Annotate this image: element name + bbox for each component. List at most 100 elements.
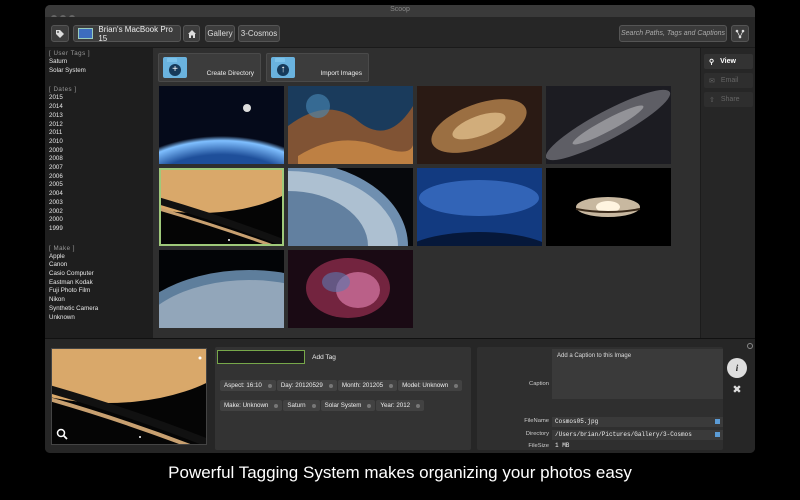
info-icon[interactable]: i: [727, 358, 747, 378]
remove-tag-icon[interactable]: [311, 403, 316, 408]
remove-tag-icon[interactable]: [267, 383, 272, 388]
window-title: Scoop: [390, 6, 410, 13]
thumbnail-orion-nebula[interactable]: [288, 250, 413, 328]
add-tag-button[interactable]: Add Tag: [309, 350, 339, 364]
thumbnail-milky-way-band[interactable]: [546, 86, 671, 164]
zoom-icon[interactable]: [56, 428, 68, 440]
thumbnail-carina-nebula[interactable]: [288, 86, 413, 164]
tag-chip[interactable]: Day: 20120529: [276, 380, 337, 391]
filesize-value: 1 MB: [555, 442, 570, 449]
sidebar-item-canon[interactable]: Canon: [49, 261, 153, 270]
filename-reveal-icon[interactable]: [715, 419, 720, 424]
import-images-button[interactable]: ↑ Import Images: [266, 53, 369, 82]
folder-add-icon: +: [163, 57, 187, 78]
tools-icon[interactable]: ✖: [727, 379, 747, 399]
laptop-icon: [78, 28, 94, 39]
home-button[interactable]: [183, 25, 200, 42]
share-icon: ⇧: [709, 96, 715, 104]
sidebar-item-2004[interactable]: 2004: [49, 190, 153, 199]
directory-field[interactable]: /Users/brian/Pictures/Gallery/3-Cosmos: [552, 430, 723, 440]
title-bar: Scoop: [45, 5, 755, 21]
sidebar-item-apple[interactable]: Apple: [49, 253, 153, 262]
sidebar-item-2006[interactable]: 2006: [49, 173, 153, 182]
remove-tag-icon[interactable]: [367, 403, 372, 408]
promo-caption: Powerful Tagging System makes organizing…: [168, 463, 632, 482]
thumbnail-milky-way-core[interactable]: [417, 86, 542, 164]
close-panel-icon[interactable]: [747, 343, 753, 349]
sidebar-item-unknown[interactable]: Unknown: [49, 314, 153, 323]
sidebar-item-2010[interactable]: 2010: [49, 138, 153, 147]
share-button[interactable]: ⇧ Share: [704, 92, 753, 107]
inspector-panel: Add Tag Aspect: 16:10 Day: 20120529 Month:…: [45, 338, 755, 453]
sidebar-item-saturn[interactable]: Saturn: [49, 58, 153, 67]
remove-tag-icon[interactable]: [389, 383, 394, 388]
search-input[interactable]: Search Paths, Tags and Captions: [619, 25, 727, 42]
filename-field[interactable]: Cosmos05.jpg: [552, 417, 723, 427]
thumbnail-earth-clouds[interactable]: [288, 168, 413, 246]
sidebar-item-synthetic-camera[interactable]: Synthetic Camera: [49, 305, 153, 314]
sidebar-item-2015[interactable]: 2015: [49, 94, 153, 103]
thumbnail-earth-limb[interactable]: [159, 250, 284, 328]
sidebar-item-nikon[interactable]: Nikon: [49, 296, 153, 305]
eye-icon: ⚲: [709, 58, 715, 66]
metadata-panel: Caption Add a Caption to this Image File…: [477, 347, 723, 450]
network-button[interactable]: [731, 25, 749, 42]
sidebar-item-fuji-photo-film[interactable]: Fuji Photo Film: [49, 287, 153, 296]
remove-tag-icon[interactable]: [274, 403, 279, 408]
breadcrumb-gallery[interactable]: Gallery: [205, 25, 235, 42]
sidebar-item-casio-computer[interactable]: Casio Computer: [49, 270, 153, 279]
sidebar-item-solar-system[interactable]: Solar System: [49, 67, 153, 76]
filesize-label: FileSize: [528, 443, 549, 449]
sidebar-item-2011[interactable]: 2011: [49, 129, 153, 138]
tag-label: Make: Unknown: [224, 402, 269, 409]
sidebar-item-2007[interactable]: 2007: [49, 164, 153, 173]
sidebar-item-2005[interactable]: 2005: [49, 181, 153, 190]
sidebar-item-2014[interactable]: 2014: [49, 103, 153, 112]
thumbnail-blue-night-sky[interactable]: [417, 168, 542, 246]
caption-label: Caption: [529, 381, 549, 387]
sidebar-item-1999[interactable]: 1999: [49, 225, 153, 234]
tag-chip[interactable]: Month: 201205: [337, 380, 398, 391]
import-images-label: Import Images: [320, 70, 362, 77]
caption-input[interactable]: Add a Caption to this Image: [552, 349, 723, 399]
create-directory-button[interactable]: + Create Directory: [158, 53, 261, 82]
thumbnail-sombrero-galaxy[interactable]: [546, 168, 671, 246]
directory-value: /Users/brian/Pictures/Gallery/3-Cosmos: [555, 431, 692, 438]
tag-chip[interactable]: Model: Unknown: [398, 380, 463, 391]
tag-label: Day: 20120529: [280, 382, 323, 389]
location-selector[interactable]: Brian's MacBook Pro 15: [73, 25, 181, 43]
tag-label: Year: 2012: [380, 402, 411, 409]
tag-chip[interactable]: Make: Unknown: [220, 400, 283, 411]
sidebar-item-2013[interactable]: 2013: [49, 112, 153, 121]
sidebar-item-2008[interactable]: 2008: [49, 155, 153, 164]
folder-import-icon: ↑: [271, 57, 295, 78]
dates-list: 2015 2014 2013 2012 2011 2010 2009 2008 2007 2006…: [45, 94, 153, 233]
tag-chip[interactable]: Year: 2012: [376, 400, 425, 411]
sidebar-item-2003[interactable]: 2003: [49, 199, 153, 208]
view-button[interactable]: ⚲ View: [704, 54, 753, 69]
tag-input[interactable]: [217, 350, 305, 364]
sidebar-item-eastman-kodak[interactable]: Eastman Kodak: [49, 279, 153, 288]
sidebar-item-2002[interactable]: 2002: [49, 208, 153, 217]
sidebar-item-2012[interactable]: 2012: [49, 121, 153, 130]
tag-chip[interactable]: Solar System: [320, 400, 376, 411]
thumbnail-earth-horizon[interactable]: [159, 86, 284, 164]
directory-reveal-icon[interactable]: [715, 432, 720, 437]
envelope-icon: ✉: [709, 77, 715, 85]
view-label: View: [720, 58, 736, 65]
tag-chip[interactable]: Aspect: 16:10: [220, 380, 276, 391]
breadcrumb-3-cosmos[interactable]: 3-Cosmos: [238, 25, 280, 42]
make-header: [ Make ]: [49, 244, 76, 252]
tag-button[interactable]: [51, 25, 69, 42]
email-button[interactable]: ✉ Email: [704, 73, 753, 88]
sidebar-item-2009[interactable]: 2009: [49, 147, 153, 156]
image-preview[interactable]: [51, 348, 207, 445]
thumbnail-saturn-selected[interactable]: [159, 168, 284, 246]
network-icon: [735, 29, 745, 38]
remove-tag-icon[interactable]: [328, 383, 333, 388]
remove-tag-icon[interactable]: [416, 403, 421, 408]
remove-tag-icon[interactable]: [454, 383, 459, 388]
sidebar: [ User Tags ] Saturn Solar System [ Dates…: [45, 48, 153, 338]
tag-chip[interactable]: Saturn: [283, 400, 320, 411]
sidebar-item-2000[interactable]: 2000: [49, 216, 153, 225]
